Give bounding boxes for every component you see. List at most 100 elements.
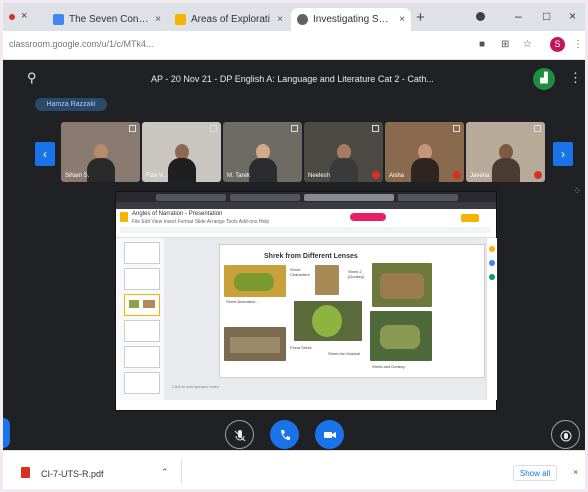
tab-2[interactable]: Areas of Explorati × xyxy=(169,8,289,31)
shrek-image-6 xyxy=(370,311,432,361)
extension-icon[interactable]: ⊞ xyxy=(501,39,509,50)
pin-icon[interactable] xyxy=(210,125,217,132)
window-close-icon[interactable]: × xyxy=(569,9,576,23)
slide-thumbnail xyxy=(124,268,160,290)
profile-avatar[interactable]: S xyxy=(550,37,565,52)
participant-name: M. Tarek xyxy=(227,173,250,179)
slide-caption: Shrek and Donkey xyxy=(372,364,405,369)
participant-tile[interactable]: Siham S. xyxy=(61,122,140,182)
participant-name: Javeria xyxy=(470,173,490,179)
shrek-image-3 xyxy=(372,263,432,307)
tiles-next-button[interactable]: › xyxy=(553,142,573,166)
participant-name: Aisha xyxy=(389,173,405,179)
participant-video xyxy=(491,144,520,182)
tab-label: Investigating Short xyxy=(313,14,395,25)
participant-video xyxy=(167,144,196,182)
minimize-icon[interactable]: – xyxy=(515,9,522,23)
tab-1[interactable]: The Seven Consecu × xyxy=(47,8,167,31)
muted-icon xyxy=(372,171,380,179)
participant-name: Neelesh xyxy=(308,173,331,179)
slides-logo-icon xyxy=(120,212,128,222)
slide-caption: Shrek the Musical xyxy=(328,351,360,356)
tab-close-icon[interactable]: × xyxy=(399,14,405,25)
present-button xyxy=(461,214,479,222)
layout-dots-icon[interactable]: ⁘ xyxy=(573,186,581,197)
close-downloads-icon[interactable]: × xyxy=(573,467,578,477)
chevron-up-icon[interactable]: ⌃ xyxy=(161,467,169,478)
divider xyxy=(181,459,182,483)
mic-off-icon[interactable] xyxy=(225,420,254,449)
tab-favicon xyxy=(53,14,64,25)
participant-tile[interactable]: Neelesh xyxy=(304,122,383,182)
bookmark-star-icon[interactable]: ☆ xyxy=(523,39,532,50)
new-tab-button[interactable]: + xyxy=(416,9,425,26)
meet-stage: ⚲ AP - 20 Nov 21 - DP English A: Languag… xyxy=(3,60,585,450)
browser-menu-icon[interactable]: ⋮ xyxy=(573,39,583,50)
tab-strip: × The Seven Consecu × Areas of Explorati… xyxy=(3,3,585,31)
muted-icon xyxy=(534,171,542,179)
participant-tile[interactable]: Aisha xyxy=(385,122,464,182)
pin-icon[interactable] xyxy=(453,125,460,132)
pin-icon[interactable] xyxy=(129,125,136,132)
participant-name: Fiza V... xyxy=(146,173,168,179)
slides-doc-title: Angles of Narration - Presentation xyxy=(132,211,223,217)
slide-thumbnail xyxy=(124,372,160,394)
more-options-icon[interactable]: ⋮ xyxy=(569,70,582,86)
participant-video xyxy=(329,144,358,182)
slides-side-rail xyxy=(486,238,497,400)
slide-caption: Shrek Characters xyxy=(290,267,310,277)
tab-favicon xyxy=(297,14,308,25)
slide-title: Shrek from Different Lenses xyxy=(264,253,358,260)
slide-caption: Shrek Animation... xyxy=(226,299,259,304)
participant-video xyxy=(86,144,115,182)
browser-window: × The Seven Consecu × Areas of Explorati… xyxy=(3,3,585,489)
shrek-image-5 xyxy=(224,327,286,361)
shrek-image-2 xyxy=(315,265,339,295)
shared-tab xyxy=(230,194,300,201)
call-end-icon[interactable] xyxy=(270,420,299,449)
media-control-icon[interactable] xyxy=(476,12,485,21)
slide-caption: Shrek 2 (Donkey) xyxy=(348,269,365,279)
cast-icon[interactable]: ■ xyxy=(479,39,485,50)
slides-header: Angles of Narration - Presentation File … xyxy=(116,209,496,238)
slides-filmstrip xyxy=(116,238,165,400)
slide-thumbnail xyxy=(124,320,160,342)
collaborators-chip xyxy=(350,213,386,221)
participant-tile[interactable]: Javeria xyxy=(466,122,545,182)
pin-icon[interactable] xyxy=(291,125,298,132)
signal-icon[interactable]: ▟ xyxy=(533,68,555,90)
download-filename[interactable]: CI-7-UTS-R.pdf xyxy=(41,469,104,479)
presenter-chip[interactable]: Hamza Razzaki xyxy=(35,98,107,111)
slides-menu-bar: File Edit View Insert Format Slide Arran… xyxy=(132,219,270,225)
slide-canvas: Shrek from Different Lenses Shrek Animat… xyxy=(164,238,496,400)
address-bar: classroom.google.com/u/1/c/MTk4... ■ ⊞ ☆… xyxy=(3,31,585,60)
tab-close-icon[interactable]: × xyxy=(155,14,161,25)
tiles-previous-button[interactable]: ‹ xyxy=(35,142,55,166)
participant-video xyxy=(248,144,277,182)
close-icon[interactable]: × xyxy=(21,10,27,22)
url-field[interactable]: classroom.google.com/u/1/c/MTk4... xyxy=(9,39,154,49)
shrek-image-4 xyxy=(294,301,362,341)
muted-icon xyxy=(453,171,461,179)
raise-hand-icon[interactable] xyxy=(551,420,580,449)
participant-tile[interactable]: M. Tarek xyxy=(223,122,302,182)
shared-tab xyxy=(156,194,226,201)
people-search-icon[interactable]: ⚲ xyxy=(27,70,37,86)
slides-toolbar xyxy=(120,227,490,233)
side-panel-tab[interactable] xyxy=(3,418,10,448)
show-all-button[interactable]: Show all xyxy=(513,465,557,481)
maximize-icon[interactable]: □ xyxy=(543,9,550,23)
tab-3[interactable]: Investigating Short × xyxy=(291,8,411,31)
pin-icon[interactable] xyxy=(372,125,379,132)
shared-bookmarks-bar xyxy=(116,202,496,209)
camera-icon[interactable] xyxy=(315,420,344,449)
slide-caption: Fiona Shrek xyxy=(290,345,312,350)
pin-icon[interactable] xyxy=(534,125,541,132)
record-indicator-icon xyxy=(9,14,15,20)
tab-close-icon[interactable]: × xyxy=(277,14,283,25)
speaker-notes: Click to add speaker notes xyxy=(172,384,220,389)
participant-video xyxy=(410,144,439,182)
slide-thumbnail xyxy=(124,242,160,264)
participant-tile[interactable]: Fiza V... xyxy=(142,122,221,182)
current-slide: Shrek from Different Lenses Shrek Animat… xyxy=(219,244,485,378)
